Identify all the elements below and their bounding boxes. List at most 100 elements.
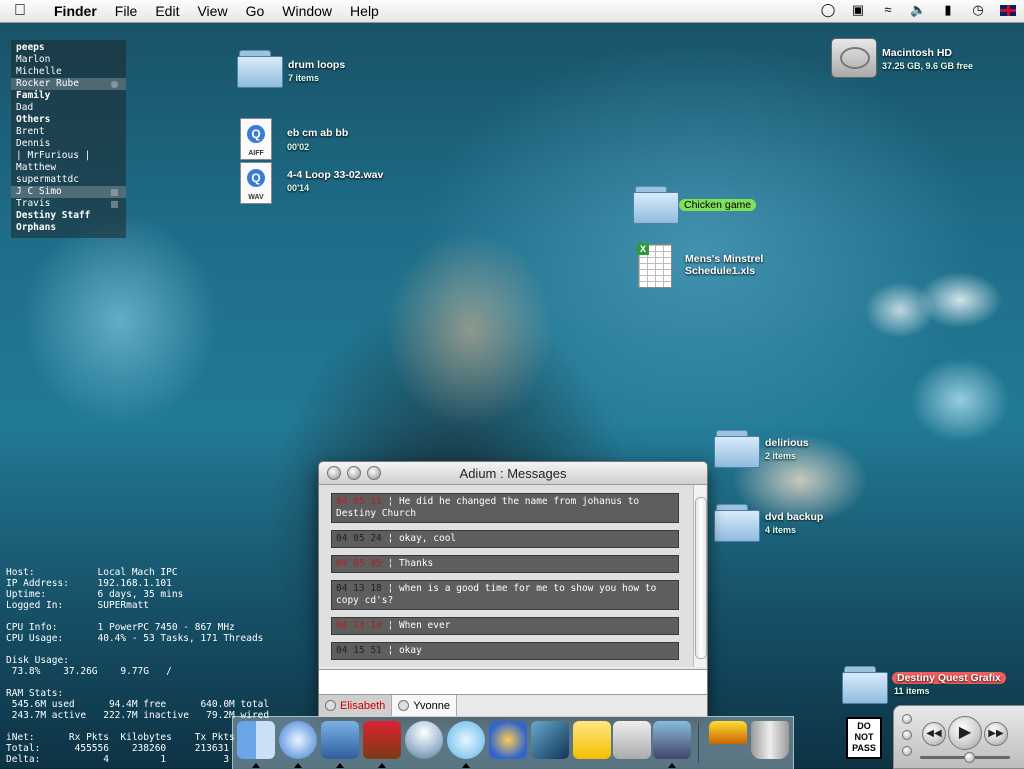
itunes-controller: ◀◀ ▶ ▶▶ xyxy=(893,705,1024,769)
message-text: Thanks xyxy=(398,558,434,569)
message-text: He did he changed the name from johanus … xyxy=(336,496,640,519)
buddy-item[interactable]: Rocker Rube xyxy=(11,78,126,90)
menu-help[interactable]: Help xyxy=(350,3,379,19)
scrollbar-thumb[interactable] xyxy=(695,497,707,659)
message-input[interactable] xyxy=(319,669,707,695)
buddy-item[interactable]: Travis xyxy=(11,198,126,210)
helicopter-icon[interactable] xyxy=(709,721,747,759)
small-button[interactable] xyxy=(902,746,912,756)
finder-icon[interactable] xyxy=(237,721,275,759)
sign-line-3: PASS xyxy=(852,743,876,753)
volume-knob[interactable] xyxy=(964,752,975,763)
icon-info: 2 items xyxy=(765,451,797,461)
running-indicator xyxy=(294,763,302,768)
buddy-item[interactable]: Matthew xyxy=(11,162,126,174)
buddy-item[interactable]: Dad xyxy=(11,102,126,114)
display-icon[interactable]: ▣ xyxy=(850,2,866,18)
book-icon[interactable] xyxy=(531,721,569,759)
running-indicator xyxy=(668,763,676,768)
stat-disk-header: Disk Usage: xyxy=(6,655,69,666)
menu-bar:  Finder File Edit View Go Window Help ◯… xyxy=(0,0,1024,23)
buddy-item[interactable]: Dennis xyxy=(11,138,126,150)
buddy-label: Travis xyxy=(16,198,51,209)
status-indicator xyxy=(111,189,118,196)
icon-info: 00'02 xyxy=(287,142,310,152)
mario-icon[interactable] xyxy=(363,721,401,759)
message-scrollbar[interactable] xyxy=(693,485,707,667)
aiff-file-icon: Q AIFF xyxy=(240,118,272,160)
buddy-item[interactable]: | MrFurious | xyxy=(11,150,126,162)
buddy-item[interactable]: supermattdc xyxy=(11,174,126,186)
stat-inet-header: iNet: Rx Pkts Kilobytes Tx Pkts xyxy=(6,732,235,743)
stat-inet-delta: Delta: 4 1 3 xyxy=(6,754,230,765)
small-button[interactable] xyxy=(902,714,912,724)
wifi-icon[interactable]: ≈ xyxy=(880,2,896,18)
tab-yvonne[interactable]: Yvonne xyxy=(392,695,457,716)
message-text: okay xyxy=(398,645,422,656)
folder-icon xyxy=(714,428,760,468)
icon-info: 00'14 xyxy=(287,183,310,193)
buddy-item[interactable]: J C Simo xyxy=(11,186,126,198)
window-titlebar[interactable]: Adium : Messages xyxy=(319,462,707,485)
volume-icon[interactable]: 🔈 xyxy=(910,2,926,18)
stat-host: Host: Local Mach IPC xyxy=(6,567,178,578)
stat-logged-in: Logged In: SUPERmatt xyxy=(6,600,149,611)
folder-icon xyxy=(633,184,679,224)
message-row: 04 13 18 ¦ when is a good time for me to… xyxy=(331,580,679,610)
tab-label: Yvonne xyxy=(413,699,450,712)
disk-icon[interactable] xyxy=(405,721,443,759)
apple-menu-icon[interactable]:  xyxy=(14,2,36,20)
folder-icon xyxy=(237,48,283,88)
flag-uk-icon[interactable] xyxy=(1000,4,1016,16)
buddy-item[interactable]: Brent xyxy=(11,126,126,138)
itunes-icon[interactable] xyxy=(447,721,485,759)
message-row: 04 05 24 ¦ okay, cool xyxy=(331,530,679,548)
fast-forward-button[interactable]: ▶▶ xyxy=(984,722,1008,746)
window-title: Adium : Messages xyxy=(459,466,567,481)
message-time: 04 13 18 xyxy=(336,583,382,594)
safari-icon[interactable] xyxy=(279,721,317,759)
icon-info: 7 items xyxy=(288,73,320,83)
sign-line-1: DO xyxy=(857,721,871,731)
menu-file[interactable]: File xyxy=(115,3,138,19)
small-button[interactable] xyxy=(902,730,912,740)
play-button[interactable]: ▶ xyxy=(948,716,982,750)
buddy-item[interactable]: Michelle xyxy=(11,66,126,78)
message-row: 04 05 11 ¦ He did he changed the name fr… xyxy=(331,493,679,523)
clock-icon[interactable]: ◷ xyxy=(970,2,986,18)
menu-app-finder[interactable]: Finder xyxy=(54,3,97,19)
battery-icon[interactable]: ▮ xyxy=(940,2,956,18)
message-time: 04 14 14 xyxy=(336,620,382,631)
buddy-group[interactable]: peeps xyxy=(11,42,126,54)
buddy-group[interactable]: Orphans xyxy=(11,222,126,234)
apple-icon[interactable] xyxy=(613,721,651,759)
icon-label: Chicken game xyxy=(679,199,757,211)
menu-edit[interactable]: Edit xyxy=(155,3,179,19)
dock xyxy=(232,716,794,769)
tab-elisabeth[interactable]: Elisabeth xyxy=(319,695,393,716)
icon-label: eb cm ab bb xyxy=(287,127,349,139)
speech-bubble-icon[interactable]: ◯ xyxy=(820,2,836,18)
buddy-group[interactable]: Family xyxy=(11,90,126,102)
buddy-item[interactable]: Marlon xyxy=(11,54,126,66)
menu-extras: ◯ ▣ ≈ 🔈 ▮ ◷ xyxy=(820,2,1016,18)
iphoto-icon[interactable] xyxy=(489,721,527,759)
mail-icon[interactable] xyxy=(321,721,359,759)
icon-info: 11 items xyxy=(894,686,930,696)
buddy-group[interactable]: Others xyxy=(11,114,126,126)
photos-icon[interactable] xyxy=(653,721,691,759)
menu-go[interactable]: Go xyxy=(246,3,265,19)
message-history[interactable]: 04 05 11 ¦ He did he changed the name fr… xyxy=(319,485,707,667)
menu-view[interactable]: View xyxy=(197,3,227,19)
buddy-group[interactable]: Destiny Staff xyxy=(11,210,126,222)
trash-icon[interactable] xyxy=(751,721,789,759)
message-time: 04 05 24 xyxy=(336,533,382,544)
menu-window[interactable]: Window xyxy=(282,3,332,19)
stickies-icon[interactable] xyxy=(573,721,611,759)
message-text: When ever xyxy=(398,620,451,631)
adium-messages-window: Adium : Messages 04 05 11 ¦ He did he ch… xyxy=(318,461,708,717)
icon-label: Destiny Quest Grafix xyxy=(892,672,1006,684)
do-not-pass-sign[interactable]: DO NOT PASS xyxy=(846,717,882,759)
rewind-button[interactable]: ◀◀ xyxy=(922,722,946,746)
message-row: 04 05 45 ¦ Thanks xyxy=(331,555,679,573)
